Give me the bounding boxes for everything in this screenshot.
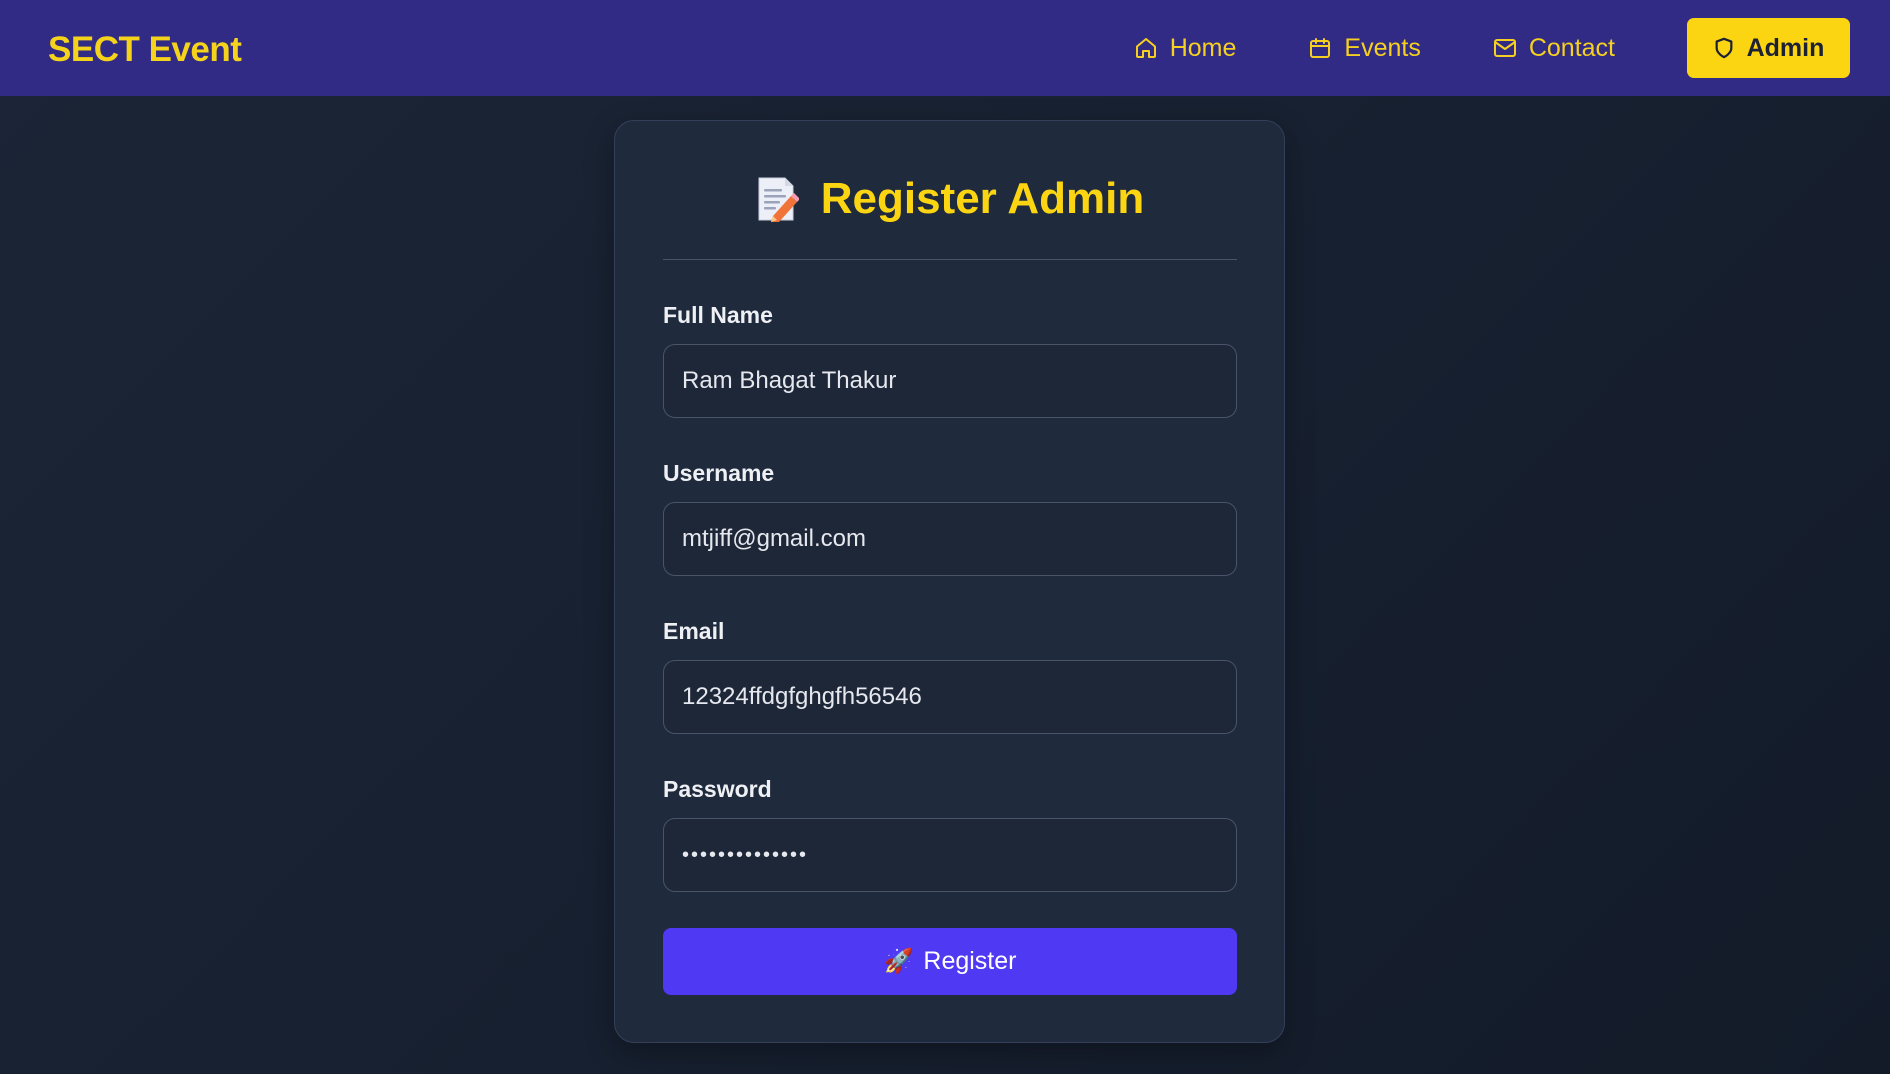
nav-links: Home Events Contact Admin	[1134, 18, 1850, 78]
username-input[interactable]	[663, 502, 1237, 576]
calendar-icon	[1310, 38, 1331, 58]
title-divider	[663, 259, 1237, 260]
page-title-text: Register Admin	[820, 174, 1145, 223]
page-title: Register Admin	[615, 169, 1284, 229]
home-icon	[1135, 38, 1156, 58]
nav-link-label: Home	[1169, 34, 1237, 62]
nav-link-contact[interactable]: Contact	[1493, 33, 1615, 63]
mail-icon	[1493, 39, 1516, 57]
email-input[interactable]	[663, 660, 1237, 734]
email-label: Email	[663, 618, 725, 644]
password-input[interactable]	[663, 818, 1237, 892]
register-card: Register Admin Full Name Username Email …	[614, 120, 1285, 1043]
nav-link-events[interactable]: Events	[1308, 33, 1421, 63]
register-button-label: Register	[923, 947, 1017, 975]
nav-link-label: Events	[1344, 34, 1421, 62]
full-name-label: Full Name	[663, 302, 773, 328]
username-label: Username	[663, 460, 775, 486]
top-navbar: SECT Event Home Events Contact Admin	[0, 0, 1890, 96]
shield-icon	[1715, 37, 1733, 59]
rocket-icon: 🚀	[883, 947, 914, 975]
admin-button-label: Admin	[1746, 33, 1825, 62]
full-name-input[interactable]	[663, 344, 1237, 418]
password-label: Password	[663, 776, 772, 802]
admin-button[interactable]: Admin	[1687, 18, 1850, 78]
register-button[interactable]: 🚀 Register	[663, 928, 1237, 995]
nav-link-label: Contact	[1528, 34, 1615, 62]
memo-icon	[755, 176, 800, 222]
nav-link-home[interactable]: Home	[1134, 33, 1237, 63]
brand-logo[interactable]: SECT Event	[48, 30, 242, 70]
